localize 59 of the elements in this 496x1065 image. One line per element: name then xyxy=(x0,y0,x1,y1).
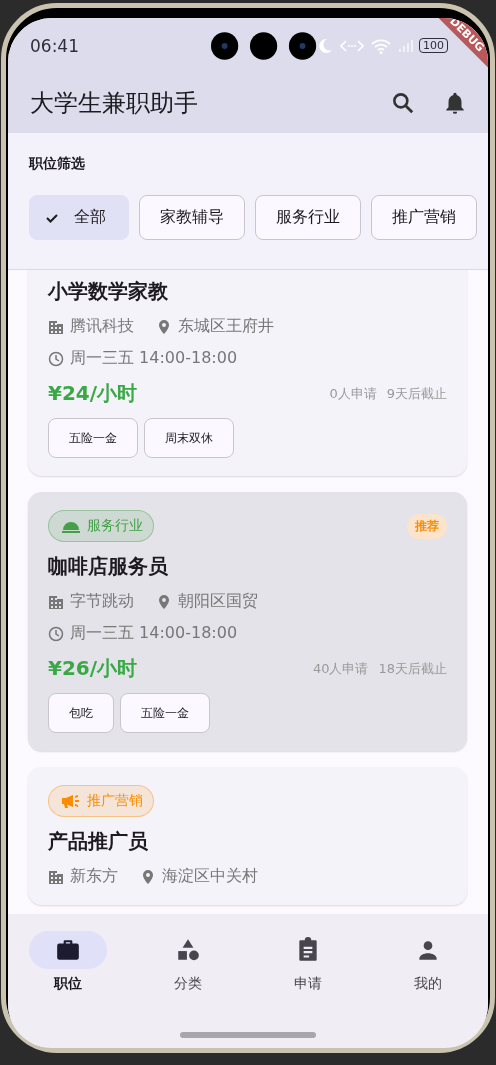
filter-chip[interactable]: 服务行业 xyxy=(255,195,361,240)
nav-item[interactable]: 我的 xyxy=(383,931,473,993)
job-card[interactable]: 小学数学家教 腾讯科技 东城区王府井 周一三五 14:00-18:00 ¥24/小时 0人申请 9天后截止 五险一金 周末双休 xyxy=(28,270,467,476)
filter-chip[interactable]: 推广营销 xyxy=(371,195,477,240)
job-card[interactable]: 推广营销 产品推广员 新东方 海淀区中关村 xyxy=(28,767,467,905)
job-location: 海淀区中关村 xyxy=(162,866,258,887)
megaphone-icon xyxy=(61,794,81,808)
company-name: 新东方 xyxy=(70,866,118,887)
deadline-text: 9天后截止 xyxy=(386,384,447,403)
recommended-badge: 推荐 xyxy=(407,513,447,539)
job-title: 小学数学家教 xyxy=(48,278,169,305)
applicant-count: 0人申请 xyxy=(329,384,377,403)
hourly-pay: ¥24/小时 xyxy=(48,380,138,407)
app-title: 大学生兼职助手 xyxy=(30,88,198,119)
clock-icon xyxy=(48,625,64,642)
building-icon xyxy=(48,318,64,335)
status-time: 06:41 xyxy=(30,35,80,56)
company-name: 腾讯科技 xyxy=(70,316,134,337)
work-schedule: 周一三五 14:00-18:00 xyxy=(70,623,238,644)
deadline-text: 18天后截止 xyxy=(378,659,447,678)
job-location: 朝阳区国贸 xyxy=(178,591,258,612)
nav-item[interactable]: 申请 xyxy=(263,931,353,993)
moon-icon xyxy=(317,37,333,54)
job-title: 产品推广员 xyxy=(48,828,149,855)
job-title: 咖啡店服务员 xyxy=(48,553,169,580)
battery-level: 100 xyxy=(419,38,448,53)
job-location: 东城区王府井 xyxy=(178,316,274,337)
code-icon xyxy=(339,37,365,54)
nav-label: 职位 xyxy=(54,975,82,993)
job-card[interactable]: 服务行业 推荐 咖啡店服务员 字节跳动 朝阳区国贸 周一三五 14:00-18:00 ¥26/小时 40人申请 18天后截止 包吃 五险一金 xyxy=(28,492,467,751)
camera-cutout-icon xyxy=(209,30,317,61)
cloche-icon xyxy=(61,519,81,533)
filter-heading: 职位筛选 xyxy=(29,155,86,173)
wifi-icon xyxy=(371,37,391,54)
filter-chip[interactable]: 全部 xyxy=(29,195,129,240)
location-pin-icon xyxy=(140,868,156,885)
nav-item[interactable]: 分类 xyxy=(143,931,233,993)
category-tag: 服务行业 xyxy=(48,510,154,542)
building-icon xyxy=(48,593,64,610)
location-pin-icon xyxy=(156,318,172,335)
filter-chip[interactable]: 家教辅导 xyxy=(139,195,245,240)
location-pin-icon xyxy=(156,593,172,610)
work-schedule: 周一三五 14:00-18:00 xyxy=(70,348,238,369)
benefit-tag: 周末双休 xyxy=(144,418,234,458)
hourly-pay: ¥26/小时 xyxy=(48,655,138,682)
company-name: 字节跳动 xyxy=(70,591,134,612)
shapes-icon xyxy=(175,937,201,963)
building-icon xyxy=(48,868,64,885)
category-tag: 推广营销 xyxy=(48,785,154,817)
clock-icon xyxy=(48,350,64,367)
nav-label: 我的 xyxy=(414,975,442,993)
benefit-tag: 五险一金 xyxy=(48,418,138,458)
benefit-tag: 五险一金 xyxy=(120,693,210,733)
nav-label: 分类 xyxy=(174,975,202,993)
applicant-count: 40人申请 xyxy=(312,659,369,678)
search-icon[interactable] xyxy=(390,90,416,116)
briefcase-icon xyxy=(55,937,81,963)
nav-label: 申请 xyxy=(294,975,322,993)
benefit-tag: 包吃 xyxy=(48,693,114,733)
